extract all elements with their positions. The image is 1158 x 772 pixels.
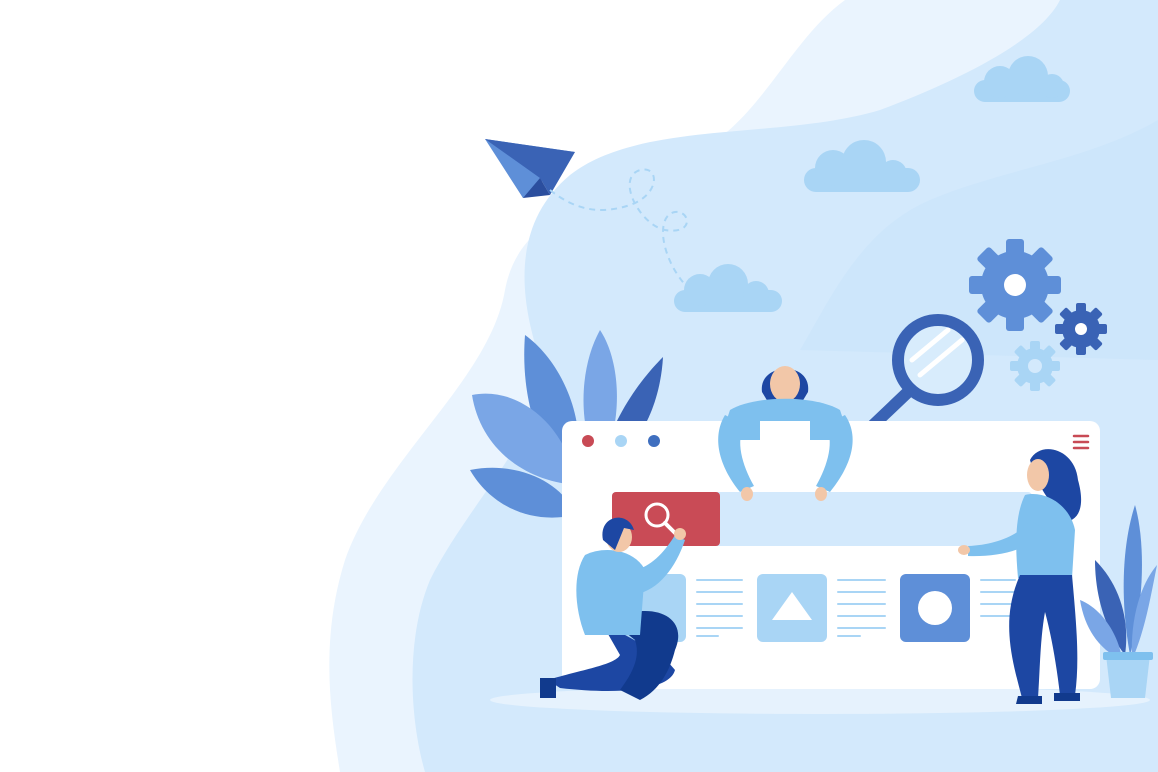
pot-rim xyxy=(1103,652,1153,660)
gear-icon xyxy=(1010,341,1060,391)
hand xyxy=(674,528,686,540)
window-dot-blue xyxy=(648,435,660,447)
illustration-scene xyxy=(329,0,1158,772)
hand xyxy=(741,487,753,501)
face xyxy=(1027,459,1049,491)
gear-icon xyxy=(1055,303,1107,355)
face xyxy=(770,366,800,402)
content-card[interactable] xyxy=(900,574,970,642)
gear-icon xyxy=(969,239,1061,331)
circle-icon xyxy=(918,591,952,625)
content-card[interactable] xyxy=(757,574,827,642)
shoe xyxy=(1054,693,1080,701)
window-edge-overlap xyxy=(760,421,810,441)
shoe xyxy=(1016,696,1042,704)
hand xyxy=(958,545,970,555)
hand xyxy=(815,487,827,501)
pot xyxy=(1106,655,1150,698)
window-dot-red xyxy=(582,435,594,447)
shoe xyxy=(540,678,556,698)
window-dot-light xyxy=(615,435,627,447)
